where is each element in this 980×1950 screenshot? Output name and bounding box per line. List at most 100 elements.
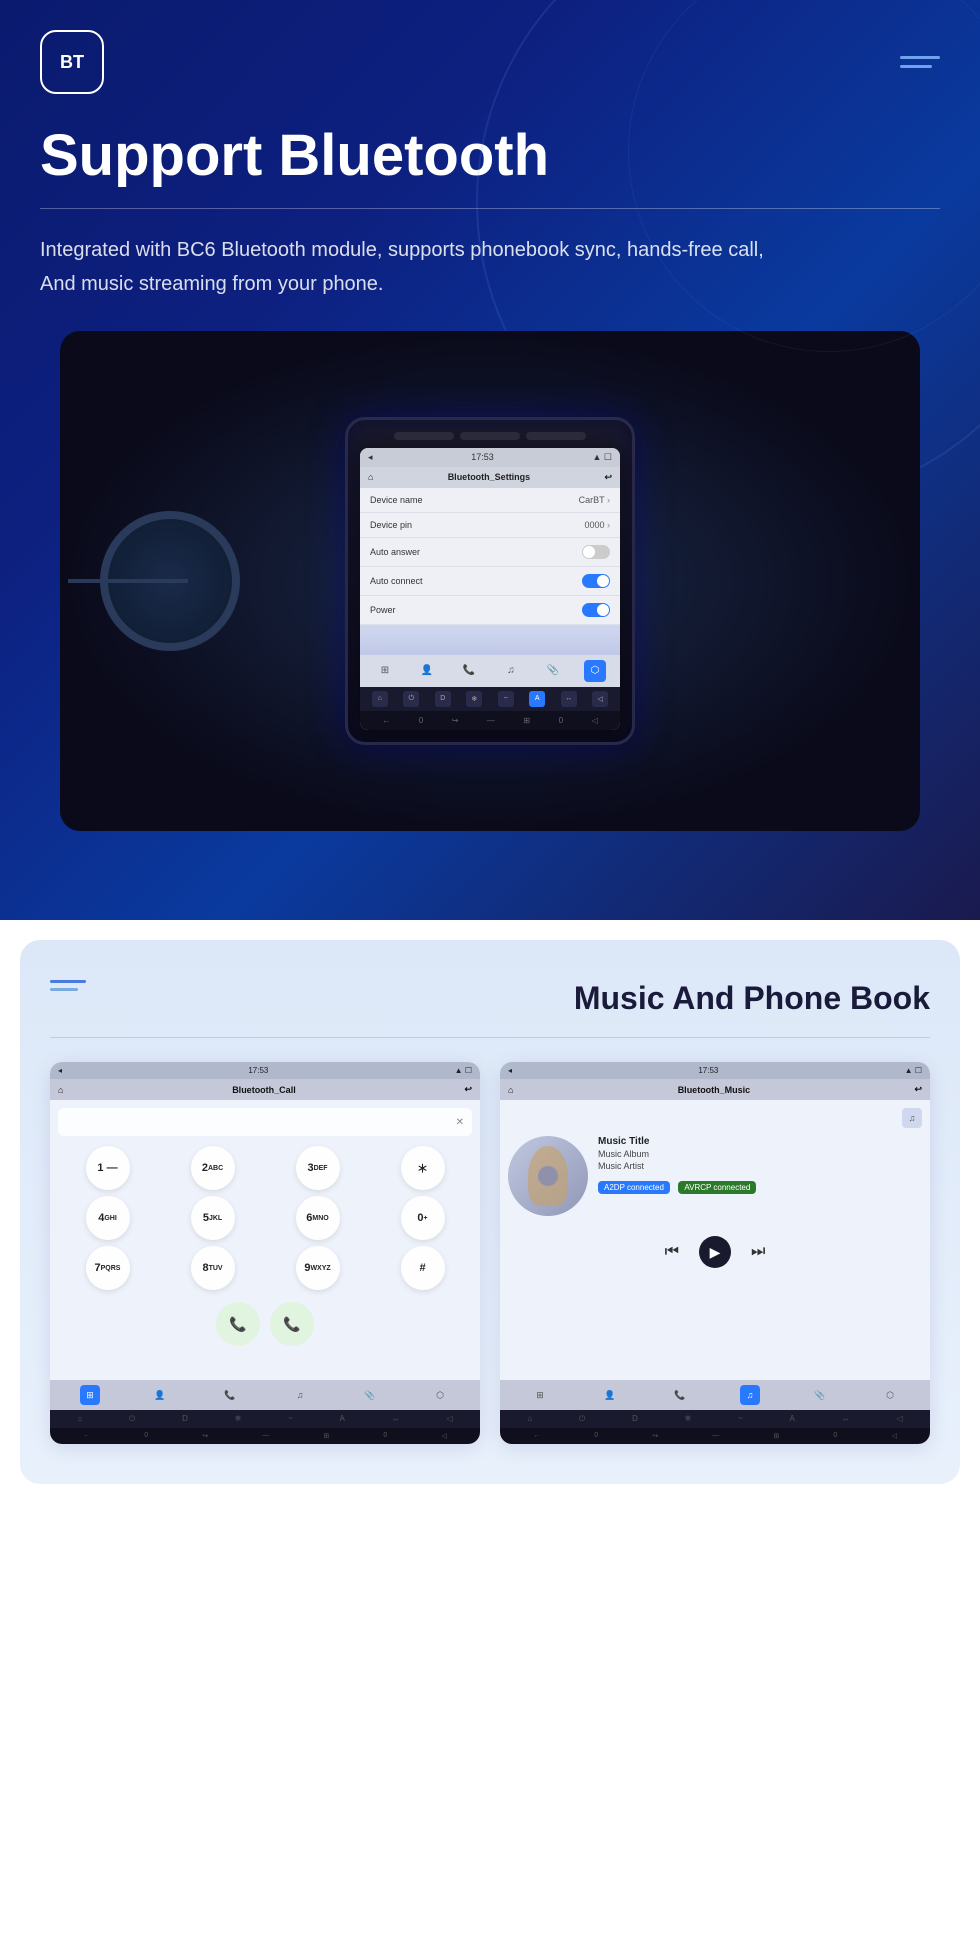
music-ctrl-fan[interactable]: ~ xyxy=(738,1414,743,1424)
music-bb-3[interactable]: ↪ xyxy=(652,1432,658,1440)
dial-6[interactable]: 6MNO xyxy=(296,1196,340,1240)
music-back-icon[interactable]: ◂ xyxy=(508,1066,512,1075)
call-bb-1[interactable]: ← xyxy=(83,1432,90,1440)
bb-icon-2[interactable]: 0 xyxy=(419,716,423,725)
call-ctrl-fan[interactable]: ~ xyxy=(288,1414,293,1424)
device-name-row[interactable]: Device name CarBT › xyxy=(360,488,620,513)
music-bb-6[interactable]: 0 xyxy=(833,1432,837,1440)
ctrl-arrows[interactable]: ↔ xyxy=(561,691,577,707)
call-ctrl-dual[interactable]: D xyxy=(182,1414,188,1424)
music-ctrl-arr[interactable]: ↔ xyxy=(842,1414,850,1424)
auto-connect-toggle[interactable] xyxy=(582,574,610,588)
power-row[interactable]: Power xyxy=(360,596,620,625)
auto-answer-row[interactable]: Auto answer xyxy=(360,538,620,567)
ctrl-power[interactable]: ⏻ xyxy=(403,691,419,707)
answer-call-button[interactable]: 📞 xyxy=(216,1302,260,1346)
power-toggle[interactable] xyxy=(582,603,610,617)
dial-2[interactable]: 2ABC xyxy=(191,1146,235,1190)
music-clip-icon[interactable]: 📎 xyxy=(810,1385,830,1405)
music-note-active-icon[interactable]: ♫ xyxy=(740,1385,760,1405)
music-bb-5[interactable]: ⊞ xyxy=(773,1432,779,1440)
music-home-icon[interactable]: ⌂ xyxy=(508,1085,513,1095)
dial-9[interactable]: 9WXYZ xyxy=(296,1246,340,1290)
call-music-icon[interactable]: ♫ xyxy=(290,1385,310,1405)
music-bb-2[interactable]: 0 xyxy=(594,1432,598,1440)
music-bt-icon[interactable]: ⬡ xyxy=(880,1385,900,1405)
music-ctrl-pwr[interactable]: ⏻ xyxy=(579,1414,585,1424)
ctrl-home[interactable]: ⌂ xyxy=(372,691,388,707)
call-home-icon[interactable]: ⌂ xyxy=(58,1085,63,1095)
bb-icon-3[interactable]: ↪ xyxy=(452,716,459,725)
play-button[interactable]: ▶ xyxy=(699,1236,731,1268)
next-track-button[interactable]: ⏭ xyxy=(751,1243,765,1261)
call-ctrl-flake[interactable]: ❄ xyxy=(235,1414,242,1424)
ctrl-vol[interactable]: ◁ xyxy=(592,691,608,707)
call-back-icon[interactable]: ◂ xyxy=(58,1066,62,1075)
hamburger-menu[interactable] xyxy=(900,56,940,68)
auto-answer-toggle[interactable] xyxy=(582,545,610,559)
music-bb-7[interactable]: ◁ xyxy=(891,1432,896,1440)
music-bb-4[interactable]: — xyxy=(712,1432,719,1440)
bluetooth-icon-active[interactable]: ⬡ xyxy=(584,660,606,682)
dial-1[interactable]: 1 — xyxy=(86,1146,130,1190)
bb-icon-4[interactable]: — xyxy=(487,716,495,725)
clip-icon[interactable]: 📎 xyxy=(542,660,564,682)
call-bb-3[interactable]: ↪ xyxy=(202,1432,208,1440)
bb-icon-7[interactable]: ◁ xyxy=(592,716,598,725)
call-clip-icon[interactable]: 📎 xyxy=(360,1385,380,1405)
call-ctrl-auto[interactable]: A xyxy=(340,1414,345,1424)
call-ctrl-pwr[interactable]: ⏻ xyxy=(129,1414,135,1424)
call-ctrl-home[interactable]: ⌂ xyxy=(77,1414,82,1424)
close-icon[interactable]: ✕ xyxy=(456,1117,464,1128)
ctrl-snowflake[interactable]: ❄ xyxy=(466,691,482,707)
dial-star[interactable]: ＊ xyxy=(401,1146,445,1190)
call-bt-icon[interactable]: ⬡ xyxy=(430,1385,450,1405)
grid-icon[interactable]: ⊞ xyxy=(374,660,396,682)
call-bb-4[interactable]: — xyxy=(262,1432,269,1440)
device-pin-row[interactable]: Device pin 0000 › xyxy=(360,513,620,538)
music-icon[interactable]: ♫ xyxy=(500,660,522,682)
music-bb-1[interactable]: ← xyxy=(533,1432,540,1440)
call-bb-7[interactable]: ◁ xyxy=(441,1432,446,1440)
dial-5[interactable]: 5JKL xyxy=(191,1196,235,1240)
music-person-icon[interactable]: 👤 xyxy=(600,1385,620,1405)
bb-icon-6[interactable]: 0 xyxy=(559,716,563,725)
music-phone-icon[interactable]: 📞 xyxy=(670,1385,690,1405)
phone-icon[interactable]: 📞 xyxy=(458,660,480,682)
dial-3[interactable]: 3DEF xyxy=(296,1146,340,1190)
call-ctrl-arr[interactable]: ↔ xyxy=(392,1414,400,1424)
music-ctrl-home[interactable]: ⌂ xyxy=(527,1414,532,1424)
call-search-bar[interactable]: ✕ xyxy=(58,1108,472,1136)
call-bb-5[interactable]: ⊞ xyxy=(323,1432,329,1440)
auto-connect-row[interactable]: Auto connect xyxy=(360,567,620,596)
redial-button[interactable]: 📞 xyxy=(270,1302,314,1346)
dial-8[interactable]: 8TUV xyxy=(191,1246,235,1290)
music-note-icon[interactable]: ♫ xyxy=(902,1108,922,1128)
dial-4[interactable]: 4GHI xyxy=(86,1196,130,1240)
back-icon[interactable]: ◂ xyxy=(368,452,373,463)
ctrl-fan[interactable]: ~ xyxy=(498,691,514,707)
music-ctrl-auto[interactable]: A xyxy=(790,1414,795,1424)
home-icon[interactable]: ⌂ xyxy=(368,472,373,482)
call-back-nav-icon[interactable]: ↩ xyxy=(464,1084,472,1095)
call-bb-6[interactable]: 0 xyxy=(383,1432,387,1440)
music-ctrl-dual[interactable]: D xyxy=(632,1414,638,1424)
music-ctrl-vol[interactable]: ◁ xyxy=(896,1414,902,1424)
prev-track-button[interactable]: ⏮ xyxy=(665,1243,679,1261)
back-nav-icon[interactable]: ↩ xyxy=(604,472,612,483)
ctrl-dual[interactable]: D xyxy=(435,691,451,707)
music-back-nav-icon[interactable]: ↩ xyxy=(914,1084,922,1095)
mini-hamburger[interactable] xyxy=(50,980,86,991)
call-person-icon[interactable]: 👤 xyxy=(150,1385,170,1405)
back-arrow-icon[interactable]: ← xyxy=(382,716,390,725)
call-grid-icon[interactable]: ⊞ xyxy=(80,1385,100,1405)
call-bb-2[interactable]: 0 xyxy=(144,1432,148,1440)
music-ctrl-flake[interactable]: ❄ xyxy=(685,1414,692,1424)
person-icon[interactable]: 👤 xyxy=(416,660,438,682)
ctrl-auto[interactable]: A xyxy=(529,691,545,707)
dial-0plus[interactable]: 0+ xyxy=(401,1196,445,1240)
music-grid-icon[interactable]: ⊞ xyxy=(530,1385,550,1405)
dial-7[interactable]: 7PQRS xyxy=(86,1246,130,1290)
dial-hash[interactable]: # xyxy=(401,1246,445,1290)
call-ctrl-vol[interactable]: ◁ xyxy=(446,1414,452,1424)
